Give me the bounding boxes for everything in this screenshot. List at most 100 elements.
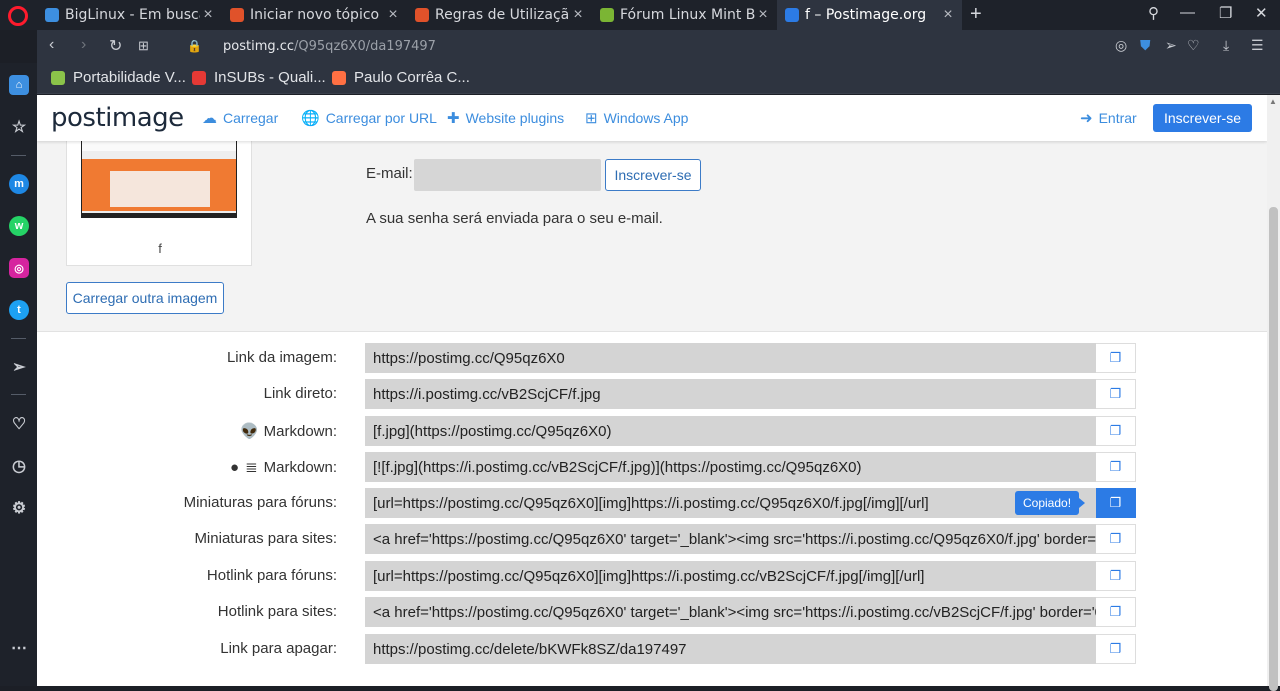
link-value[interactable]: https://postimg.cc/Q95qz6X0 (365, 343, 1096, 373)
copy-icon: ❐ (1109, 531, 1122, 546)
link-value[interactable]: https://i.postimg.cc/vB2ScjCF/f.jpg (365, 379, 1096, 409)
web-page: postimage ☁ Carregar 🌐 Carregar por URL ✚ W… (37, 95, 1267, 686)
tab-biglinux[interactable]: BigLinux - Em busca × (37, 0, 222, 30)
thumb-content (110, 171, 210, 207)
image-thumbnail[interactable] (81, 140, 237, 218)
bookmark-insubs[interactable]: InSUBs - Quali... (192, 69, 326, 86)
link-value[interactable]: <a href='https://postimg.cc/Q95qz6X0' ta… (365, 524, 1096, 554)
tab-favicon (230, 8, 244, 22)
opera-logo[interactable] (8, 6, 28, 26)
history-icon[interactable]: ◷ (9, 456, 29, 476)
link-value[interactable]: [url=https://postimg.cc/Q95qz6X0][img]ht… (365, 488, 1096, 518)
settings-icon[interactable]: ⚙ (9, 498, 29, 518)
link-row-markdown-github: ● ≣ Markdown: [![f.jpg](https://i.postimg.c… (37, 452, 1267, 482)
shield-icon[interactable]: ⛊ (1140, 37, 1151, 54)
link-label: Link da imagem: (226, 349, 337, 366)
signup-button[interactable]: Inscrever-se (1153, 104, 1252, 132)
link-row-delete: Link para apagar: https://postimg.cc/dele… (37, 634, 1267, 664)
link-value[interactable]: [url=https://postimg.cc/Q95qz6X0][img]ht… (365, 561, 1096, 591)
camera-icon[interactable]: ◎ (1115, 37, 1127, 54)
tab-forum-mint[interactable]: Fórum Linux Mint Bra × (592, 0, 777, 30)
copy-button[interactable]: ❐ (1096, 561, 1136, 591)
link-row-image: Link da imagem: https://postimg.cc/Q95qz6… (37, 343, 1267, 373)
windows-icon: ⊞ (585, 110, 598, 127)
url-field[interactable]: postimg.cc/Q95qz6X0/da197497 (223, 39, 436, 54)
tab-favicon (45, 8, 59, 22)
image-thumbnail-card: f (66, 123, 252, 266)
download-icon[interactable]: ⤓ (1223, 37, 1229, 54)
messenger-icon[interactable]: m (9, 174, 29, 194)
tab-favicon (600, 8, 614, 22)
link-label-text: Markdown: (263, 458, 337, 476)
nav-label: Carregar (223, 110, 279, 126)
copy-button[interactable]: ❐ (1096, 488, 1136, 518)
copy-button[interactable]: ❐ (1096, 416, 1136, 446)
copy-button[interactable]: ❐ (1096, 379, 1136, 409)
copy-button[interactable]: ❐ (1096, 597, 1136, 627)
nav-label: Website plugins (465, 110, 565, 126)
sidebar-divider (11, 155, 26, 156)
new-tab-button[interactable]: + (970, 3, 982, 26)
twitter-icon[interactable]: t (9, 300, 29, 320)
email-label: E-mail: (366, 165, 413, 182)
page-scrollbar[interactable]: ▲ (1267, 95, 1280, 691)
forward-icon[interactable]: › (81, 36, 86, 54)
heart-icon[interactable]: ♡ (9, 414, 29, 434)
send-icon[interactable]: ➢ (1165, 37, 1177, 54)
nav-carregar-url[interactable]: 🌐 Carregar por URL (301, 109, 437, 127)
tab-novo-topico[interactable]: Iniciar novo tópico × (222, 0, 407, 30)
link-value[interactable]: <a href='https://postimg.cc/Q95qz6X0' ta… (365, 597, 1096, 627)
instagram-icon[interactable]: ◎ (9, 258, 29, 278)
tab-favicon (415, 8, 429, 22)
close-icon[interactable]: × (385, 6, 401, 24)
nav-label: Windows App (603, 110, 689, 126)
github-icon: ● (230, 458, 240, 476)
menu-icon[interactable]: ☰ (1251, 37, 1264, 54)
email-field[interactable] (414, 159, 601, 191)
email-signup-button[interactable]: Inscrever-se (605, 159, 701, 191)
back-icon[interactable]: ‹ (49, 36, 54, 54)
scrollbar-thumb[interactable] (1269, 207, 1278, 691)
home-icon[interactable]: ⌂ (9, 75, 29, 95)
copy-button[interactable]: ❐ (1096, 524, 1136, 554)
speed-dial-icon[interactable]: ⊞ (138, 38, 149, 54)
scroll-up-icon[interactable]: ▲ (1269, 97, 1277, 106)
link-value[interactable]: [![f.jpg](https://i.postimg.cc/vB2ScjCF/… (365, 452, 1096, 482)
lock-icon: 🔒 (187, 39, 202, 53)
bookmark-favicon (192, 70, 206, 85)
more-icon[interactable]: ⋯ (9, 638, 29, 658)
login-link[interactable]: ➜ Entrar (1080, 109, 1137, 127)
copy-icon: ❐ (1109, 495, 1122, 510)
nav-carregar[interactable]: ☁ Carregar (202, 109, 278, 127)
link-label: Link para apagar: (220, 640, 337, 657)
site-logo[interactable]: postimage (51, 103, 184, 133)
upload-another-button[interactable]: Carregar outra imagem (66, 282, 224, 314)
copy-button[interactable]: ❐ (1096, 343, 1136, 373)
close-window-icon[interactable]: ✕ (1255, 4, 1268, 22)
minimize-icon[interactable]: — (1180, 4, 1195, 21)
send-icon[interactable]: ➢ (9, 357, 29, 377)
close-icon[interactable]: × (200, 6, 216, 24)
link-value[interactable]: https://postimg.cc/delete/bKWFk8SZ/da197… (365, 634, 1096, 664)
close-icon[interactable]: × (570, 6, 586, 24)
nav-windows-app[interactable]: ⊞ Windows App (585, 109, 688, 127)
copy-button[interactable]: ❐ (1096, 452, 1136, 482)
site-navbar: postimage ☁ Carregar 🌐 Carregar por URL ✚ W… (37, 95, 1267, 141)
search-tabs-icon[interactable]: ⚲ (1148, 4, 1159, 22)
copy-icon: ❐ (1109, 604, 1122, 619)
tab-postimage[interactable]: f – Postimage.org × (777, 0, 962, 30)
bookmark-paulo[interactable]: Paulo Corrêa C... (332, 69, 470, 86)
copy-button[interactable]: ❐ (1096, 634, 1136, 664)
heart-icon[interactable]: ♡ (1187, 37, 1200, 54)
link-value[interactable]: [f.jpg](https://postimg.cc/Q95qz6X0) (365, 416, 1096, 446)
star-icon[interactable]: ☆ (9, 117, 29, 137)
tab-regras[interactable]: Regras de Utilização × (407, 0, 592, 30)
link-row-thumb-sites: Miniaturas para sites: <a href='https://p… (37, 524, 1267, 554)
bookmark-portabilidade[interactable]: Portabilidade V... (51, 69, 186, 86)
reload-icon[interactable]: ↻ (109, 36, 122, 56)
whatsapp-icon[interactable]: w (9, 216, 29, 236)
restore-icon[interactable]: ❐ (1219, 4, 1232, 22)
close-icon[interactable]: × (755, 6, 771, 24)
nav-website-plugins[interactable]: ✚ Website plugins (447, 109, 564, 127)
close-icon[interactable]: × (940, 6, 956, 24)
